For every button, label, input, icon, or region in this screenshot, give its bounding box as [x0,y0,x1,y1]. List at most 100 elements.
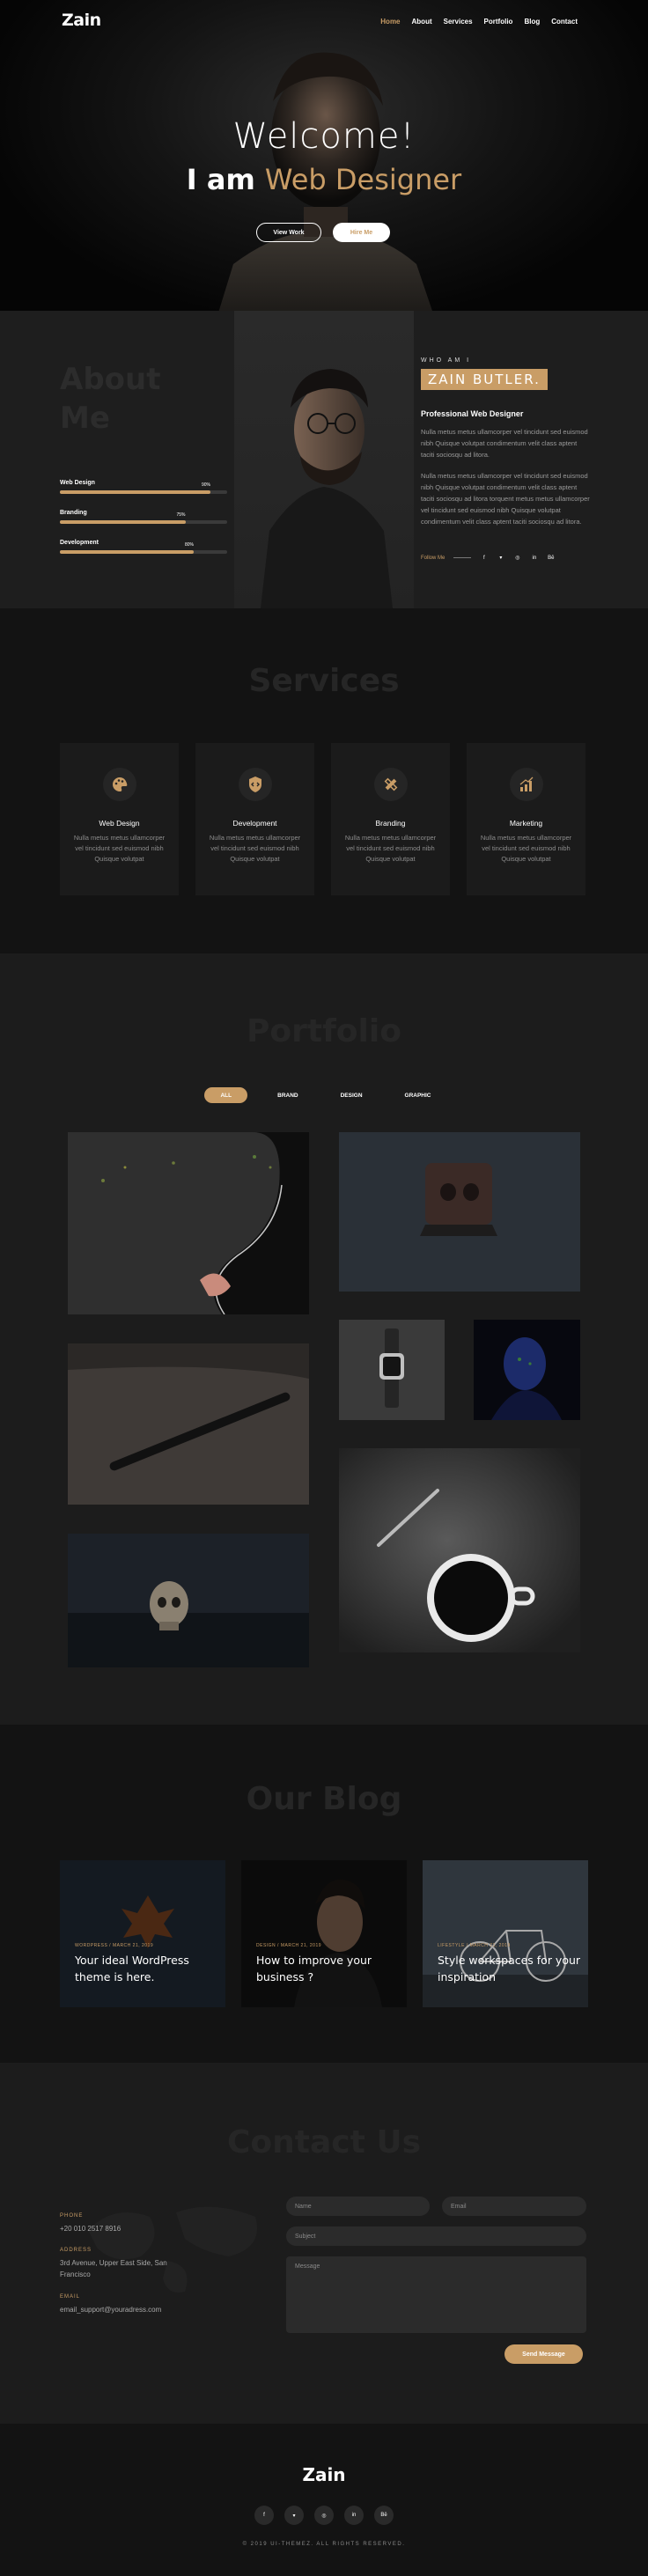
portfolio-section: Portfolio ALL BRAND DESIGN GRAPHIC [0,953,648,1725]
service-text: Nulla metus metus ullamcorper vel tincid… [209,834,301,863]
logo[interactable]: Zain [62,11,101,30]
nav-link-home[interactable]: Home [380,18,400,26]
skill-bar-fill [60,520,186,524]
about-section: About Me Web Design 90% Branding 75% Dev… [0,311,648,608]
service-text: Nulla metus metus ullamcorper vel tincid… [344,834,437,863]
portfolio-item-watch[interactable] [339,1320,445,1420]
facebook-icon[interactable]: f [480,554,488,562]
blog-section: Our Blog WORDPRESS / MARCH 21, 2019 Your… [0,1725,648,2063]
name-field[interactable]: Name [286,2197,430,2216]
filter-design[interactable]: DESIGN [328,1087,375,1103]
portfolio-item-guitar[interactable] [68,1132,309,1314]
message-field[interactable]: Message [286,2256,586,2333]
blog-post-title[interactable]: Your ideal WordPress theme is here. [75,1952,220,1985]
send-message-button[interactable]: Send Message [504,2344,583,2364]
behance-icon[interactable]: Bē [547,554,555,562]
who-am-i-label: WHO AM I [421,357,472,364]
filter-brand[interactable]: BRAND [265,1087,310,1103]
copyright: © 2019 UI-THEMEZ. ALL RIGHTS RESERVED. [242,2542,406,2547]
service-title: Branding [375,819,406,828]
skill-value: 80% [185,542,195,548]
hire-me-button[interactable]: Hire Me [333,223,390,242]
view-work-button[interactable]: View Work [256,223,321,242]
service-text: Nulla metus metus ullamcorper vel tincid… [73,834,166,863]
email-label: EMAIL [60,2294,81,2300]
skill-bar: 80% [60,542,227,554]
linkedin-icon[interactable]: in [344,2506,364,2525]
services-title: Services [248,663,400,699]
address-label: ADDRESS [60,2248,92,2253]
service-text: Nulla metus metus ullamcorper vel tincid… [480,834,572,863]
skill-bar: 90% [60,482,227,494]
filter-graphic[interactable]: GRAPHIC [393,1087,444,1103]
behance-icon[interactable]: Bē [374,2506,394,2525]
address-value: 3rd Avenue, Upper East Side, San Francis… [60,2259,167,2278]
portfolio-title: Portfolio [247,1013,401,1049]
skill-label: Branding [60,510,87,516]
skill-bar: 75% [60,512,227,524]
subject-field[interactable]: Subject [286,2226,586,2246]
instagram-icon[interactable]: ◎ [314,2506,334,2525]
world-map-graphic [88,2206,257,2293]
nav-link-portfolio[interactable]: Portfolio [484,18,513,26]
skill-bar-fill [60,550,194,554]
about-paragraph-2: Nulla metus metus ullamcorper vel tincid… [421,472,590,526]
blog-post-card[interactable]: DESIGN / MARCH 21, 2019 How to improve y… [241,1860,407,2007]
growth-chart-icon [509,768,543,801]
pen-ruler-icon [373,768,408,801]
portfolio-item-blue-portrait[interactable] [474,1320,580,1420]
hero-section: Zain Home About Services Portfolio Blog … [0,0,648,311]
navbar: Zain Home About Services Portfolio Blog … [0,0,648,44]
follow-label: Follow Me [421,555,446,561]
blog-post-meta: WORDPRESS / MARCH 21, 2019 [75,1943,154,1948]
portfolio-item-pen[interactable] [68,1343,309,1505]
blog-title: Our Blog [246,1781,402,1817]
about-title: About Me [60,360,160,438]
twitter-icon[interactable]: ▾ [284,2506,304,2525]
skill-branding: Branding 75% [60,510,227,524]
nav-link-about[interactable]: About [412,18,432,26]
blog-post-title[interactable]: Style workspaces for your inspiration [438,1952,583,1985]
portfolio-item-skull-box[interactable] [339,1132,580,1292]
blog-post-card[interactable]: LIFESTYLE / MARCH 21, 2019 Style workspa… [423,1860,588,2007]
facebook-icon[interactable]: f [254,2506,274,2525]
nav-link-blog[interactable]: Blog [524,18,540,26]
about-title-line2: Me [60,401,110,436]
footer: Zain f ▾ ◎ in Bē © 2019 UI-THEMEZ. ALL R… [0,2424,648,2576]
nav-link-services[interactable]: Services [444,18,473,26]
portfolio-item-skull[interactable] [68,1534,309,1667]
footer-logo[interactable]: Zain [0,2464,648,2485]
hero-lead: I am [186,163,255,196]
skill-web-design: Web Design 90% [60,480,227,494]
service-title: Web Design [99,819,140,828]
skill-label: Development [60,540,99,546]
filter-all[interactable]: ALL [204,1087,248,1103]
linkedin-icon[interactable]: in [530,554,538,562]
email-value[interactable]: email_support@youradress.com [60,2304,183,2315]
hero-heading: I am Web Designer [0,163,648,196]
contact-title: Contact Us [226,2124,422,2160]
service-card-web-design: Web Design Nulla metus metus ullamcorper… [60,743,179,895]
about-role: Professional Web Designer [421,409,524,418]
blog-post-title[interactable]: How to improve your business ? [256,1952,401,1985]
email-field[interactable]: Email [442,2197,586,2216]
phone-value[interactable]: +20 010 2517 8916 [60,2223,183,2234]
service-title: Marketing [509,819,543,828]
name-badge: ZAIN BUTLER. [421,369,548,390]
shield-code-icon [238,768,272,801]
blog-post-meta: LIFESTYLE / MARCH 21, 2019 [438,1943,511,1948]
instagram-icon[interactable]: ◎ [513,554,521,562]
blog-post-meta: DESIGN / MARCH 21, 2019 [256,1943,322,1948]
blog-post-card[interactable]: WORDPRESS / MARCH 21, 2019 Your ideal Wo… [60,1860,225,2007]
service-title: Development [232,819,277,828]
skill-development: Development 80% [60,540,227,554]
skill-bar-fill [60,490,210,494]
nav-link-contact[interactable]: Contact [551,18,578,26]
portfolio-item-coffee[interactable] [339,1448,580,1652]
nav-links: Home About Services Portfolio Blog Conta… [380,18,578,26]
about-portrait-image [234,311,414,608]
twitter-icon[interactable]: ▾ [497,554,504,562]
hero-role: Web Designer [264,163,462,196]
skill-value: 90% [202,482,211,488]
portfolio-filters: ALL BRAND DESIGN GRAPHIC [0,1087,648,1103]
